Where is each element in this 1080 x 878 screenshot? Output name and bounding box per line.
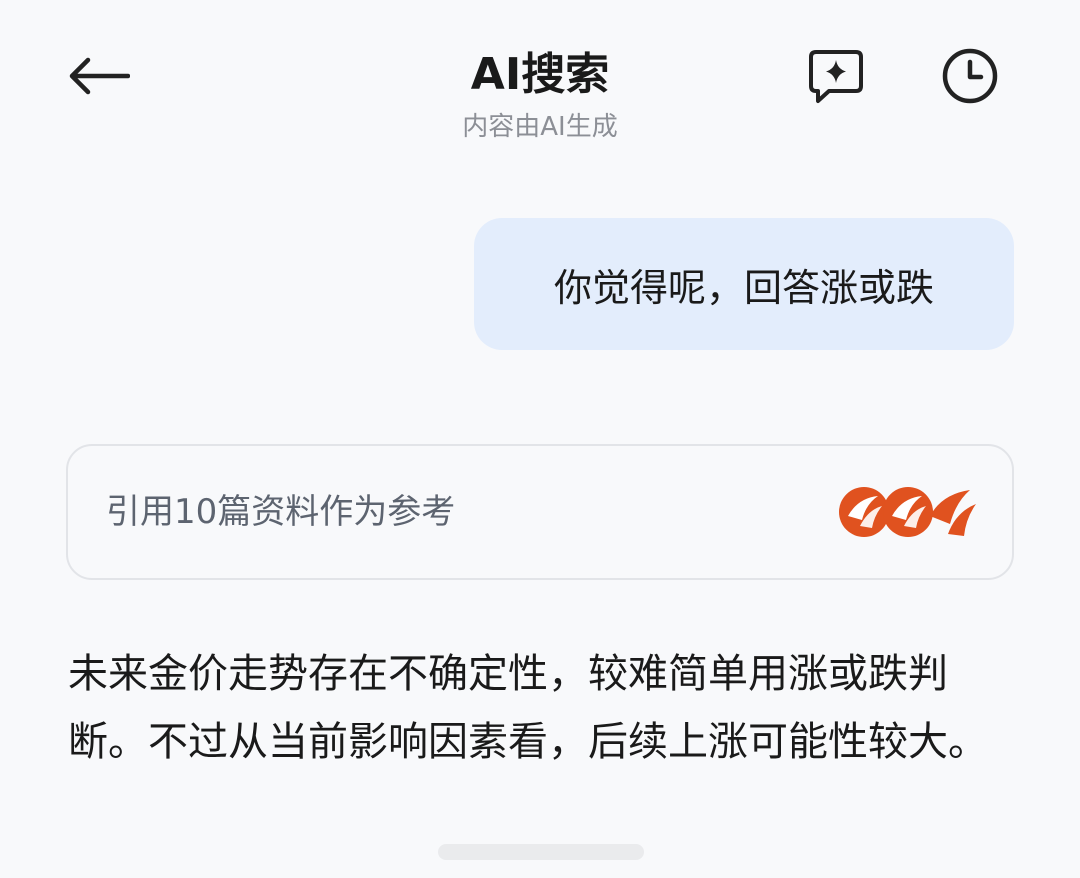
home-indicator[interactable] (438, 844, 644, 860)
references-card[interactable]: 引用10篇资料作为参考 (66, 444, 1014, 580)
history-button[interactable] (934, 40, 1006, 112)
ai-answer-text: 未来金价走势存在不确定性，较难简单用涨或跌判断。不过从当前影响因素看，后续上涨可… (68, 651, 988, 765)
source-logo-icon (930, 490, 976, 536)
back-button[interactable] (62, 46, 134, 106)
clock-icon (942, 48, 998, 104)
page-title: AI搜索 (470, 49, 610, 100)
page-subtitle: 内容由AI生成 (462, 112, 618, 142)
new-chat-button[interactable] (800, 40, 872, 112)
header: AI搜索 内容由AI生成 (0, 0, 1080, 170)
chat-sparkle-icon (809, 50, 863, 103)
source-logos (838, 482, 978, 542)
user-message-bubble: 你觉得呢，回答涨或跌 (474, 218, 1014, 350)
references-label: 引用10篇资料作为参考 (106, 492, 456, 532)
arrow-left-icon (69, 57, 130, 95)
user-message-text: 你觉得呢，回答涨或跌 (553, 265, 934, 310)
